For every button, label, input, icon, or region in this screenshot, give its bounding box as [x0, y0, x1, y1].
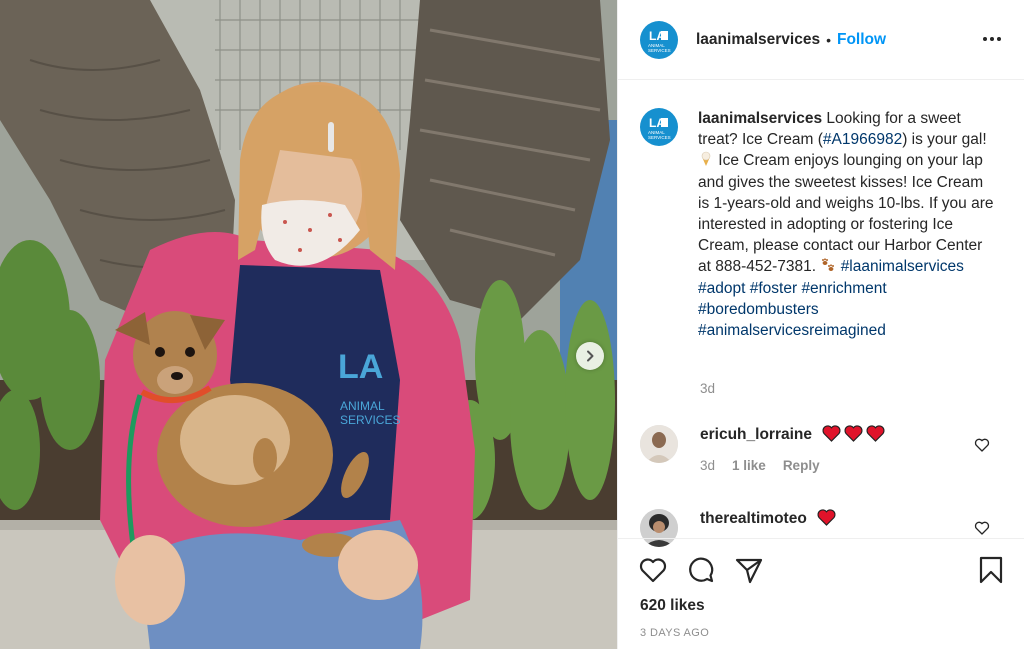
follow-button[interactable]: Follow — [837, 31, 886, 49]
svg-text:SERVICES: SERVICES — [648, 48, 671, 53]
caption-timestamp[interactable]: 3d — [700, 381, 715, 396]
post-side-panel: LA ANIMAL SERVICES laanimalservices • Fo… — [617, 0, 1024, 649]
ice-cream-icon — [701, 152, 711, 167]
comment-like-heart-icon[interactable] — [974, 520, 990, 536]
comment-meta: 3d 1 like Reply — [700, 458, 885, 473]
comment-username[interactable]: ericuh_lorraine — [700, 426, 812, 443]
comment-emoji-hearts — [822, 425, 886, 442]
header-username[interactable]: laanimalservices — [696, 31, 820, 49]
bookmark-icon[interactable] — [976, 555, 1006, 585]
paw-prints-icon — [822, 258, 835, 272]
red-heart-icon — [817, 509, 836, 526]
caption-avatar[interactable]: LA ANIMAL SERVICES — [640, 108, 678, 146]
la-animal-services-logo-icon: LA ANIMAL SERVICES — [648, 116, 671, 140]
more-options-button[interactable] — [981, 28, 1003, 50]
comment-username[interactable]: therealtimoteo — [700, 510, 807, 527]
svg-text:SERVICES: SERVICES — [648, 135, 671, 140]
hashtag-boredombusters[interactable]: #boredombusters — [698, 301, 819, 318]
chevron-right-icon — [587, 350, 594, 362]
post-header: LA ANIMAL SERVICES laanimalservices • Fo… — [618, 0, 1024, 80]
svg-text:ANIMAL: ANIMAL — [340, 399, 385, 413]
avatar-photo-icon — [640, 425, 678, 463]
hashtag-laanimalservices[interactable]: #laanimalservices — [841, 258, 964, 275]
heart-icon[interactable] — [638, 555, 668, 585]
carousel-next-button[interactable] — [576, 342, 604, 370]
caption-text: laanimalservices Looking for a sweet tre… — [698, 108, 998, 341]
profile-avatar[interactable]: LA ANIMAL SERVICES — [640, 20, 678, 59]
shirt-logo-text: LA — [338, 348, 383, 386]
la-animal-services-logo-icon: LA ANIMAL SERVICES — [648, 29, 671, 53]
share-icon[interactable] — [734, 555, 764, 585]
hashtag-foster[interactable]: #foster — [750, 280, 797, 297]
caption-text-part-3: Ice Cream enjoys lounging on your lap an… — [698, 152, 994, 276]
comment-item: ericuh_lorraine 3d 1 like Reply — [640, 425, 1010, 473]
comment-like-heart-icon[interactable] — [974, 437, 990, 453]
commenter-avatar[interactable] — [640, 425, 678, 463]
post-caption: LA ANIMAL SERVICES laanimalservices Look… — [640, 108, 1010, 341]
reply-button[interactable]: Reply — [783, 458, 820, 473]
hashtag-adopt[interactable]: #adopt — [698, 280, 745, 297]
photo-illustration: LA ANIMAL SERVICES — [0, 0, 617, 649]
hashtag-animalservicesreimagined[interactable]: #animalservicesreimagined — [698, 322, 886, 339]
post-photo[interactable]: LA ANIMAL SERVICES — [0, 0, 617, 649]
like-count[interactable]: 620 likes — [640, 597, 705, 615]
post-date[interactable]: 3 DAYS AGO — [640, 627, 709, 639]
svg-text:SERVICES: SERVICES — [340, 413, 400, 427]
hashtag-enrichment[interactable]: #enrichment — [801, 280, 886, 297]
more-icon — [983, 37, 1001, 41]
red-heart-icon — [822, 425, 842, 442]
post-actions-section: 620 likes 3 DAYS AGO — [618, 538, 1024, 649]
comment-like-count[interactable]: 1 like — [732, 458, 766, 473]
red-heart-icon — [866, 425, 886, 442]
hashtag-animal-id[interactable]: #A1966982 — [823, 131, 902, 148]
comment-timestamp[interactable]: 3d — [700, 458, 715, 473]
separator-dot: • — [826, 31, 831, 48]
comment-icon[interactable] — [686, 555, 716, 585]
caption-text-part-2: ) is your gal! — [902, 131, 987, 149]
red-heart-icon — [844, 425, 864, 442]
comment-emoji-hearts — [817, 509, 836, 526]
caption-username[interactable]: laanimalservices — [698, 110, 822, 127]
